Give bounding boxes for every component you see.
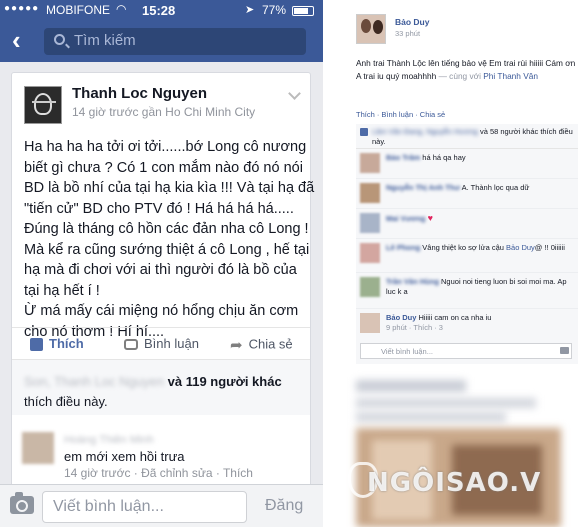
reply-meta: 9 phút · Thích · 3: [386, 323, 443, 332]
post-card: Thanh Loc Nguyen 14 giờ trước gần Ho Chi…: [11, 72, 315, 452]
comment-item: Mai Vương ♥: [356, 209, 578, 239]
commenter-name-blurred[interactable]: Bảo Trâm: [386, 153, 420, 162]
battery-percent: 77%: [262, 3, 287, 17]
reply-author[interactable]: Bảo Duy: [386, 313, 416, 322]
location-icon: ➤: [245, 4, 255, 16]
comment-text: Hiiiii cam on ca nha iu: [418, 313, 492, 322]
tagged-friend-link[interactable]: Phi Thanh Vân: [483, 71, 538, 81]
mention-link[interactable]: Bảo Duy: [506, 243, 535, 252]
post-author[interactable]: Bảo Duy: [395, 17, 429, 27]
nav-bar: ‹ Tìm kiếm: [0, 20, 323, 62]
post-line: "tiến cử" BD cho PTV đó ! Há há há há...…: [24, 200, 294, 217]
post-author[interactable]: Thanh Loc Nguyen: [72, 85, 207, 102]
likes-summary[interactable]: Lâm Văn Đang, Nguyễn Hương và 58 người k…: [356, 124, 578, 149]
post-line: Ừ má mấy cái miệng nó hổng chịu ăn cơm: [24, 303, 299, 319]
likes-count[interactable]: 119 người khác: [186, 374, 282, 389]
comment-list: Bảo Trâm há há qa hay Nguyễn Thị Anh Thư…: [356, 149, 578, 364]
post-line: Đúng là tháng cô hồn các đản nha cô Long…: [24, 221, 309, 237]
author-avatar[interactable]: [24, 86, 62, 124]
search-input[interactable]: Tìm kiếm: [44, 28, 306, 55]
comment-bubble-icon: [124, 339, 138, 351]
carrier-label: MOBIFONE: [46, 3, 111, 17]
comment-label: Bình luận: [144, 336, 199, 351]
post-line: tại hạ hết í !: [24, 282, 100, 299]
post-actions: Thích Bình luận ➦ Chia sẻ: [12, 327, 310, 359]
post-actions[interactable]: Thích · Bình luận · Chia sẻ: [356, 110, 445, 119]
comment-item: Hoàng Thiên Minh em mới xem hồi trưa 14 …: [11, 424, 311, 484]
commenter-name-blurred[interactable]: Trần Văn Hùng: [386, 277, 439, 286]
clock-label: 15:28: [142, 3, 176, 18]
comment-text: A. Thành lọc qua dữ: [461, 183, 530, 192]
comment-text: Vâng thiệt ko sợ lửa cậu: [422, 243, 504, 252]
watermark-text: NGÔISAO.V: [367, 468, 542, 498]
thumbs-up-icon: [360, 128, 368, 136]
composite-screenshot: ●●●●● MOBIFONE ◠ 15:28 ➤ 77% ‹ Tìm kiếm …: [0, 0, 580, 527]
likers-names-blurred: Lâm Văn Đang, Nguyễn Hương: [372, 127, 478, 136]
commenter-avatar[interactable]: [360, 313, 380, 333]
comment-item: Trần Văn Hùng Nguoi noi tieng luon bi so…: [356, 273, 578, 309]
commenter-name-blurred[interactable]: Lê Phong: [386, 243, 420, 252]
commenter-avatar[interactable]: [360, 277, 380, 297]
with-text: — cùng với: [438, 71, 481, 81]
comment-button[interactable]: Bình luận: [124, 336, 199, 351]
share-label: Chia sẻ: [248, 336, 293, 352]
post-comment-button[interactable]: Đăng: [265, 497, 303, 515]
blurred-text: [356, 398, 536, 408]
comment-item: Bảo Duy Hiiiii cam on ca nha iu 9 phút · …: [356, 309, 578, 341]
author-avatar[interactable]: [356, 14, 386, 44]
likes-suffix: thích điều này.: [24, 394, 108, 409]
search-placeholder: Tìm kiếm: [74, 32, 136, 49]
commenter-name-blurred[interactable]: Nguyễn Thị Anh Thư: [386, 183, 460, 192]
comment-input[interactable]: Viết bình luận...: [360, 343, 572, 359]
comment-input[interactable]: [42, 491, 247, 523]
camera-icon[interactable]: [560, 347, 569, 354]
post-time: 33 phút: [395, 29, 421, 38]
mobile-facebook-screen: ●●●●● MOBIFONE ◠ 15:28 ➤ 77% ‹ Tìm kiếm …: [0, 0, 323, 527]
search-icon: [54, 34, 65, 45]
post-line: BD là bồ nhí của tại hạ kia kìa !!! Và t…: [24, 180, 315, 196]
post-line: Mà kể ra cũng sướng thiệt á cô Long , hế…: [24, 241, 310, 258]
comment-composer: Đăng: [0, 484, 323, 527]
comment-text: há há qa hay: [422, 153, 466, 162]
comment-item: Bảo Trâm há há qa hay: [356, 149, 578, 179]
comment-meta: 14 giờ trước · Đã chỉnh sửa · Thích: [64, 466, 253, 480]
post-line: Ha ha ha ha tởi ơi tởi......bớ Long cô n…: [24, 139, 307, 155]
thumbs-up-icon: [30, 338, 43, 352]
post-meta: 14 giờ trước gần Ho Chi Minh City: [72, 105, 256, 119]
post-line: biết gì chưa ? Có 1 con mắm nào đó nó nó…: [24, 159, 303, 176]
commenter-avatar[interactable]: [360, 213, 380, 233]
wifi-icon: ◠: [116, 2, 127, 16]
post-line: hạ mà đi chơi với ai thì người đó là bồ …: [24, 262, 297, 278]
commenter-name-blurred[interactable]: Hoàng Thiên Minh: [64, 434, 154, 446]
desktop-facebook-post: Bảo Duy 33 phút Anh trai Thành Lộc lên t…: [342, 0, 580, 527]
comment-text: em mới xem hồi trưa: [64, 449, 185, 464]
likes-joiner: và: [167, 374, 183, 389]
battery-icon: [292, 6, 314, 16]
commenter-avatar[interactable]: [360, 243, 380, 263]
like-label: Thích: [49, 336, 84, 351]
back-arrow-icon[interactable]: ‹: [12, 27, 21, 53]
post-body: Ha ha ha ha tởi ơi tởi......bớ Long cô n…: [24, 137, 315, 342]
commenter-avatar[interactable]: [22, 432, 54, 464]
likers-names-blurred: Son, Thanh Loc Nguyen: [24, 374, 164, 389]
comment-item: Nguyễn Thị Anh Thư A. Thành lọc qua dữ: [356, 179, 578, 209]
blurred-text: [356, 380, 466, 392]
blurred-text: [356, 412, 506, 422]
heart-icon: ♥: [427, 213, 433, 223]
status-bar: ●●●●● MOBIFONE ◠ 15:28 ➤ 77%: [0, 0, 323, 20]
post-body: Anh trai Thành Lộc lên tiếng bảo vệ Em t…: [356, 57, 578, 83]
chevron-down-icon[interactable]: [288, 87, 301, 100]
likes-summary[interactable]: Son, Thanh Loc Nguyen và 119 người khác …: [12, 359, 310, 415]
commenter-avatar[interactable]: [360, 183, 380, 203]
commenter-avatar[interactable]: [360, 153, 380, 173]
comment-item: Lê Phong Vâng thiệt ko sợ lửa cậu Bảo Du…: [356, 239, 578, 273]
share-button[interactable]: ➦ Chia sẻ: [230, 336, 293, 354]
comment-tail: @ !! 0iiiiii: [534, 243, 565, 252]
signal-icon: ●●●●●: [4, 3, 40, 14]
share-arrow-icon: ➦: [230, 337, 243, 354]
like-button[interactable]: Thích: [30, 336, 84, 352]
camera-icon[interactable]: [10, 492, 34, 514]
commenter-name-blurred[interactable]: Mai Vương: [386, 214, 426, 223]
